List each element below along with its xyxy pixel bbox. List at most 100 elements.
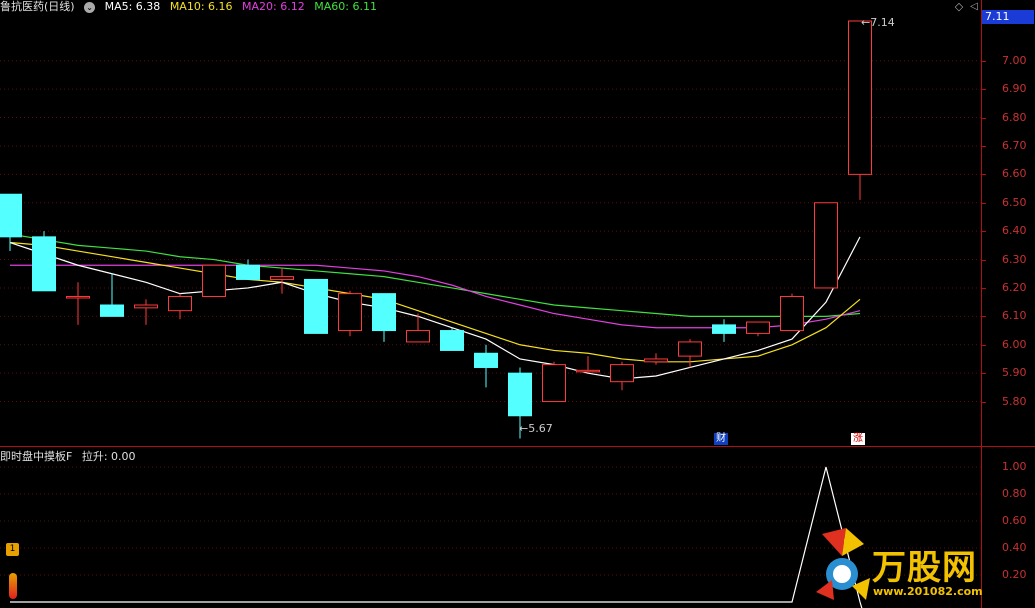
candle xyxy=(406,313,430,343)
candle-body xyxy=(0,193,22,238)
price-axis-label: 6.50 xyxy=(1002,195,1027,209)
badge-number: 1 xyxy=(9,544,16,554)
candle-body xyxy=(746,321,770,334)
candle xyxy=(542,361,566,403)
high-arrow-icon: ← xyxy=(861,16,871,29)
price-axis-label: 6.40 xyxy=(1002,224,1027,238)
price-axis-tick xyxy=(981,89,986,91)
candle-body xyxy=(678,341,702,357)
price-axis-tick xyxy=(981,259,986,261)
price-axis-tick xyxy=(981,117,986,119)
candle xyxy=(814,202,838,289)
candle xyxy=(746,321,770,337)
candle xyxy=(100,273,124,317)
low-price-label: 5.67 xyxy=(528,422,553,435)
candle-body xyxy=(168,295,192,312)
price-axis-tick xyxy=(981,401,986,403)
candle xyxy=(66,282,90,325)
candle xyxy=(678,339,702,368)
price-axis-label: 5.80 xyxy=(1002,394,1027,408)
price-axis-label: 6.10 xyxy=(1002,309,1027,323)
indicator-axis-label: 0.80 xyxy=(1002,487,1027,500)
candle xyxy=(168,293,192,320)
thermometer-icon[interactable] xyxy=(9,573,17,599)
candle-body xyxy=(508,372,532,417)
candle-body xyxy=(338,293,362,332)
indicator-axis-label: 0.40 xyxy=(1002,541,1027,554)
low-price-annotation: ←5.67 xyxy=(519,422,553,435)
candle xyxy=(338,290,362,337)
candle xyxy=(780,293,804,332)
candle-body xyxy=(440,330,464,351)
candle xyxy=(474,344,498,388)
candle-body xyxy=(236,264,260,280)
price-axis-tick xyxy=(981,60,986,62)
price-axis-label: 6.60 xyxy=(1002,167,1027,181)
candle xyxy=(134,299,158,325)
price-axis-label: 6.90 xyxy=(1002,82,1027,96)
candle xyxy=(440,327,464,351)
logo-text: 万股网 xyxy=(872,548,977,588)
limit-up-marker[interactable]: 涨 xyxy=(851,433,865,445)
price-axis-tick xyxy=(981,316,986,318)
price-axis-tick xyxy=(981,373,986,375)
ma20-line xyxy=(10,264,861,329)
logo-mascot-icon xyxy=(816,528,870,600)
ma60-line xyxy=(9,233,861,317)
candle-body xyxy=(814,202,838,289)
price-axis-label: 5.90 xyxy=(1002,366,1027,380)
low-arrow-icon: ← xyxy=(519,422,529,435)
price-axis-label: 6.00 xyxy=(1002,337,1027,351)
price-axis-label: 6.30 xyxy=(1002,252,1027,266)
candle xyxy=(610,361,634,391)
candle xyxy=(372,293,396,342)
candle xyxy=(576,356,600,374)
price-axis-tick xyxy=(981,145,986,147)
candle xyxy=(848,20,872,200)
indicator-line xyxy=(10,466,863,608)
candle-body xyxy=(134,304,158,309)
candle-body xyxy=(644,358,668,363)
price-axis-label: 7.00 xyxy=(1002,53,1027,67)
candle-body xyxy=(712,324,736,334)
candle-body xyxy=(610,364,634,383)
high-price-label: 7.14 xyxy=(870,16,895,29)
candle xyxy=(236,259,260,280)
current-price-tag: 7.11 xyxy=(982,10,1034,24)
candle-body xyxy=(372,293,396,332)
candle-body xyxy=(848,20,872,175)
price-axis-tick xyxy=(981,344,986,346)
price-axis-tick xyxy=(981,202,986,204)
price-axis-label: 6.80 xyxy=(1002,110,1027,124)
candle xyxy=(304,278,328,334)
candle xyxy=(270,268,294,294)
candle-body xyxy=(100,304,124,317)
price-axis-label: 6.20 xyxy=(1002,280,1027,294)
indicator-axis-label: 0.20 xyxy=(1002,568,1027,581)
candle-body xyxy=(202,264,226,297)
ma10-line xyxy=(9,241,861,363)
candle-body xyxy=(406,330,430,343)
candlestick-chart[interactable] xyxy=(0,0,981,446)
price-axis-tick xyxy=(981,287,986,289)
side-badge-shield[interactable]: 1 xyxy=(6,543,19,556)
indicator-axis-label: 1.00 xyxy=(1002,460,1027,473)
indicator-axis-label: 0.60 xyxy=(1002,514,1027,527)
candle xyxy=(712,319,736,342)
candle-body xyxy=(576,369,600,373)
candle-body xyxy=(66,295,90,299)
price-axis-tick xyxy=(981,174,986,176)
candle xyxy=(202,264,226,297)
high-price-annotation: ←7.14 xyxy=(861,16,895,29)
candle xyxy=(644,353,668,365)
candle-body xyxy=(304,278,328,334)
finance-marker[interactable]: 财 xyxy=(714,433,728,445)
candle xyxy=(32,231,56,292)
price-axis-divider xyxy=(981,0,982,608)
logo-url: www.201082.com xyxy=(873,585,983,598)
candle-body xyxy=(270,276,294,280)
candle-body xyxy=(474,352,498,368)
price-axis-label: 6.70 xyxy=(1002,138,1027,152)
candle-body xyxy=(780,295,804,332)
price-axis-tick xyxy=(981,231,986,233)
